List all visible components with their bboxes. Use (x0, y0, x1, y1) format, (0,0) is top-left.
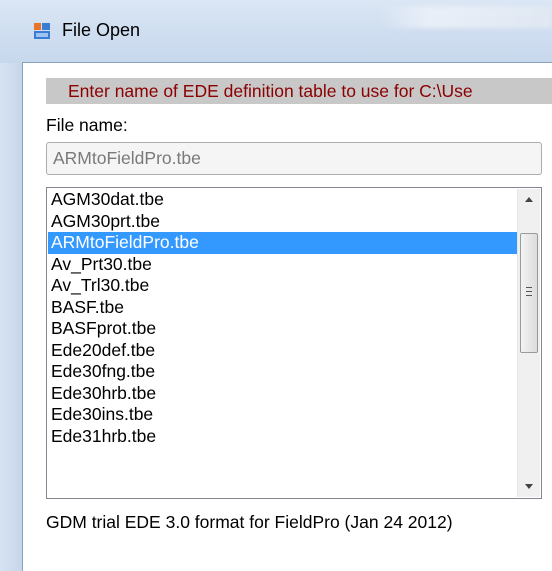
vertical-scrollbar[interactable] (517, 189, 540, 497)
list-item[interactable]: Av_Trl30.tbe (48, 275, 517, 297)
prompt-message: Enter name of EDE definition table to us… (46, 78, 552, 104)
scroll-thumb[interactable] (520, 233, 538, 353)
blurred-background-title (378, 6, 552, 28)
window-title: File Open (62, 20, 141, 40)
file-list-items: AGM30dat.tbe AGM30prt.tbe ARMtoFieldPro.… (48, 189, 517, 497)
list-item[interactable]: Ede31hrb.tbe (48, 426, 517, 448)
title-bar[interactable]: File Open (0, 0, 552, 63)
grip-icon (526, 287, 532, 296)
list-item[interactable]: Ede30ins.tbe (48, 404, 517, 426)
window-frame-left (0, 63, 22, 571)
file-list-box[interactable]: AGM30dat.tbe AGM30prt.tbe ARMtoFieldPro.… (46, 187, 542, 499)
list-item-selected[interactable]: ARMtoFieldPro.tbe (48, 232, 517, 254)
file-name-label: File name: (46, 115, 128, 135)
list-item[interactable]: AGM30dat.tbe (48, 189, 517, 211)
list-item[interactable]: Ede30hrb.tbe (48, 383, 517, 405)
list-item[interactable]: Ede20def.tbe (48, 340, 517, 362)
list-item[interactable]: Av_Prt30.tbe (48, 254, 517, 276)
list-item[interactable]: BASFprot.tbe (48, 318, 517, 340)
scroll-up-arrow-icon[interactable] (518, 189, 540, 211)
list-item[interactable]: Ede30fng.tbe (48, 361, 517, 383)
form-window-icon (34, 23, 50, 39)
scroll-down-arrow-icon[interactable] (518, 475, 540, 497)
list-item[interactable]: BASF.tbe (48, 297, 517, 319)
list-item[interactable]: AGM30prt.tbe (48, 211, 517, 233)
file-name-field[interactable]: ARMtoFieldPro.tbe (46, 142, 542, 175)
file-description: GDM trial EDE 3.0 format for FieldPro (J… (46, 512, 453, 532)
